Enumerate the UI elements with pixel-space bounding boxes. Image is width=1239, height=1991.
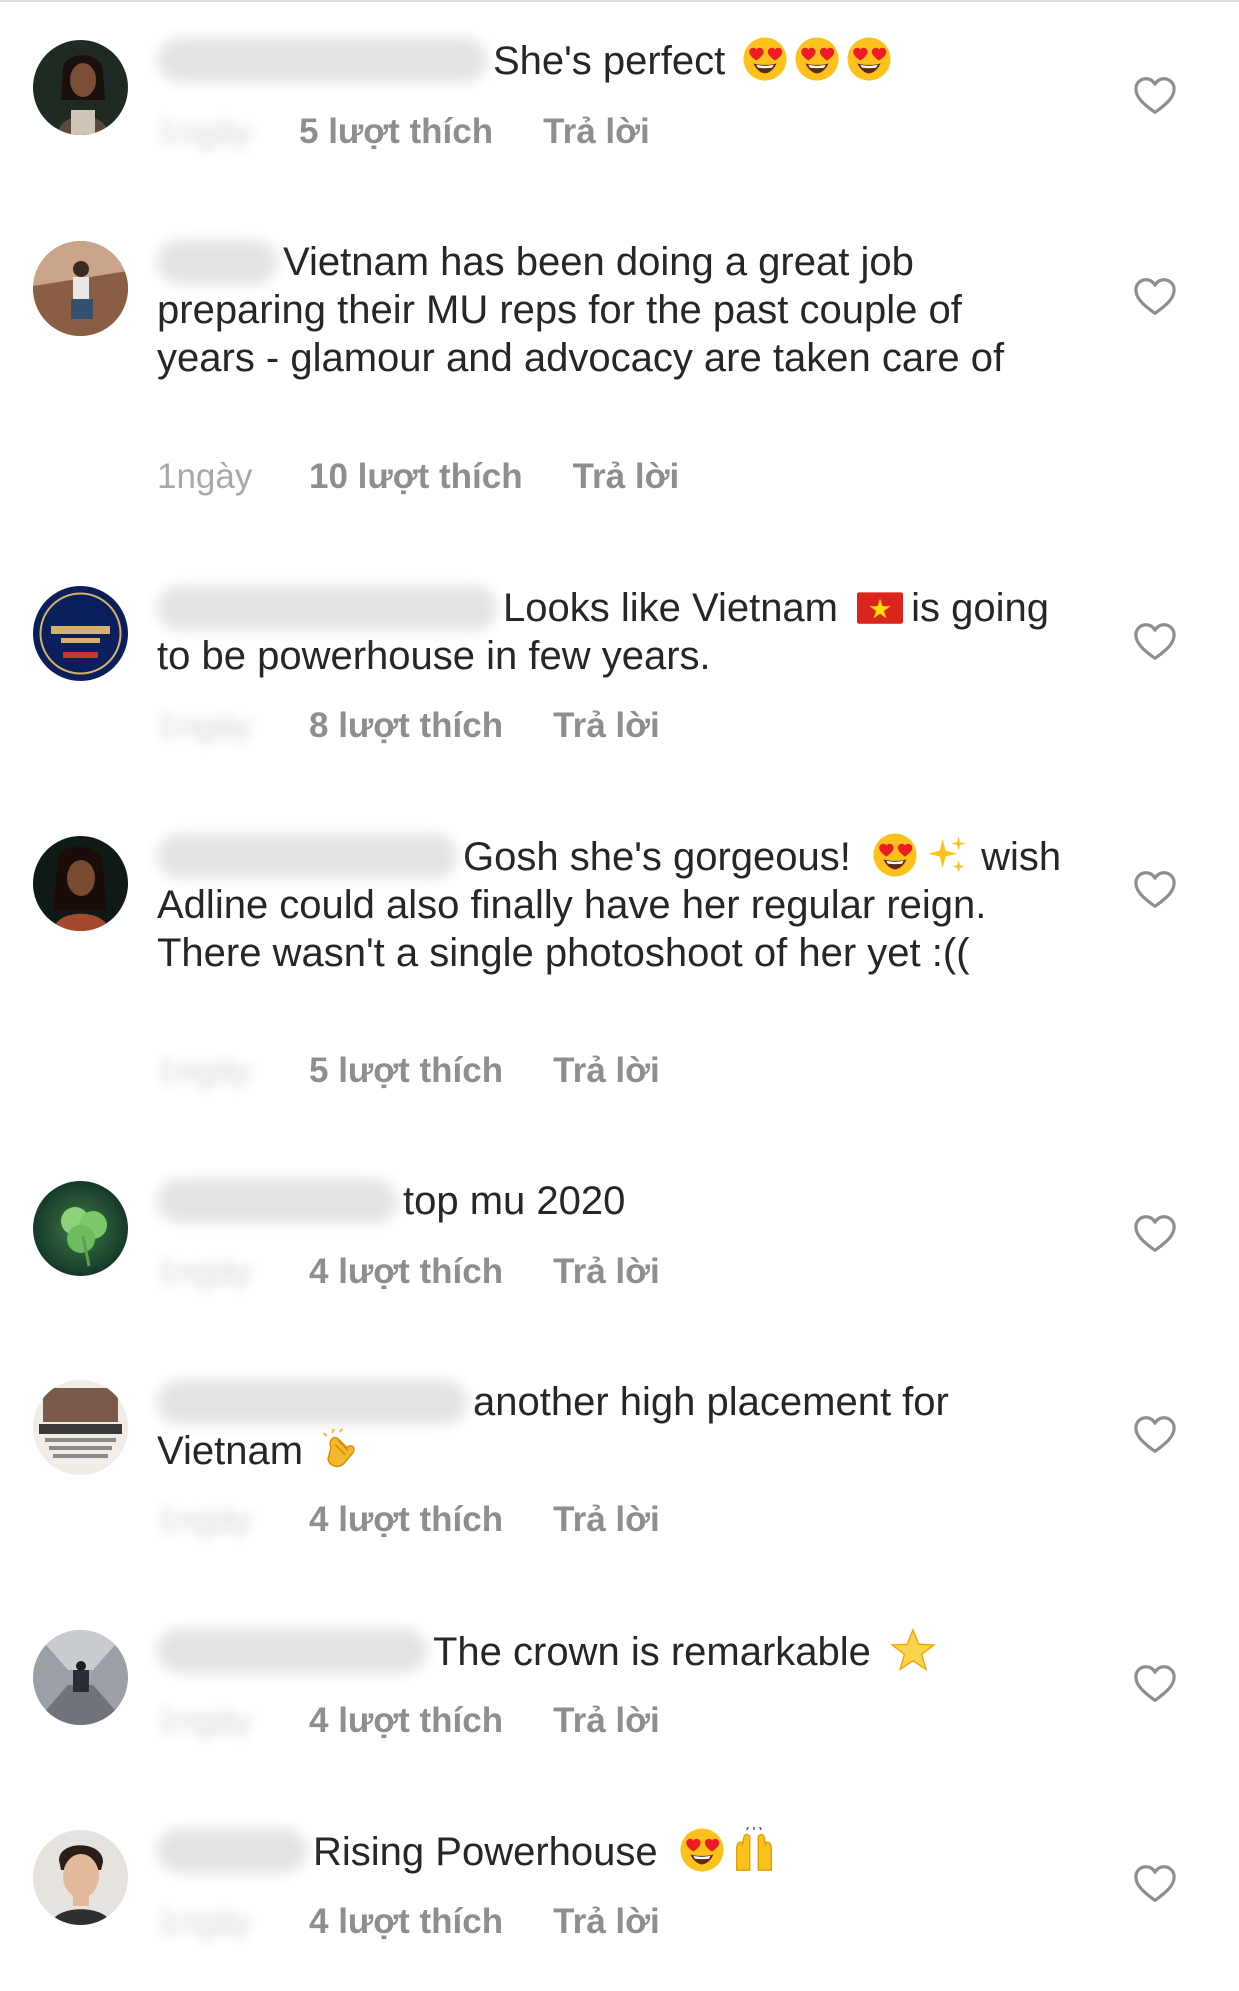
like-count[interactable]: 4 lượt thích xyxy=(309,1500,503,1540)
like-heart-icon[interactable] xyxy=(1133,1415,1177,1455)
timestamp: 1ngày xyxy=(157,1902,253,1941)
like-heart-icon[interactable] xyxy=(1133,1664,1177,1704)
comment-meta: 1ngày 4 lượt thích Trả lời xyxy=(157,1500,660,1540)
sparkles-icon xyxy=(924,832,970,878)
comment-text: Rising Powerhouse xyxy=(157,1827,1062,1876)
username-blurred[interactable] xyxy=(157,834,457,878)
avatar[interactable] xyxy=(33,1181,128,1276)
raising-hands-icon xyxy=(731,1827,777,1873)
avatar[interactable] xyxy=(33,836,128,931)
username-blurred[interactable] xyxy=(157,38,487,82)
reply-button[interactable]: Trả lời xyxy=(553,1252,660,1292)
username-blurred[interactable] xyxy=(157,240,277,284)
comment-body: The crown is remarkable xyxy=(433,1630,871,1674)
like-count[interactable]: 4 lượt thích xyxy=(309,1252,503,1292)
star-icon xyxy=(890,1627,936,1673)
username-blurred[interactable] xyxy=(157,586,497,630)
reply-button[interactable]: Trả lời xyxy=(573,457,680,497)
comment-meta: 1ngày 8 lượt thích Trả lời xyxy=(157,706,660,746)
username-blurred[interactable] xyxy=(157,1629,427,1673)
comment-text: Gosh she's gorgeous! wish Adline could a… xyxy=(157,832,1062,977)
timestamp: 1ngày xyxy=(157,112,253,151)
comment-body: Vietnam has been doing a great job prepa… xyxy=(157,240,1005,380)
timestamp: 1ngày xyxy=(157,1500,253,1539)
heart-eyes-icon xyxy=(794,36,840,82)
timestamp: 1ngày xyxy=(157,1252,253,1291)
avatar[interactable] xyxy=(33,40,128,135)
top-divider xyxy=(0,0,1239,2)
miss-nepal-badge-icon xyxy=(33,586,128,681)
reply-button[interactable]: Trả lời xyxy=(553,706,660,746)
avatar[interactable] xyxy=(33,1630,128,1725)
clapping-hands-icon xyxy=(318,1426,364,1472)
man-sitting-icon xyxy=(33,241,128,336)
like-heart-icon[interactable] xyxy=(1133,1214,1177,1254)
avatar[interactable] xyxy=(33,1830,128,1925)
heart-eyes-icon xyxy=(872,832,918,878)
comment-text: top mu 2020 xyxy=(157,1177,1062,1225)
comment-meta: 1ngày 10 lượt thích Trả lời xyxy=(157,457,679,497)
heart-eyes-icon xyxy=(742,36,788,82)
like-heart-icon[interactable] xyxy=(1133,870,1177,910)
like-count[interactable]: 5 lượt thích xyxy=(299,112,493,152)
barbershop-logo-icon xyxy=(33,1380,128,1475)
like-count[interactable]: 8 lượt thích xyxy=(309,706,503,746)
comment-text: She's perfect xyxy=(157,36,1062,85)
comment-body: Gosh she's gorgeous! xyxy=(463,835,851,879)
comment-text: Vietnam has been doing a great job prepa… xyxy=(157,238,1062,382)
comment-body: Looks like Vietnam xyxy=(503,586,838,630)
like-heart-icon[interactable] xyxy=(1133,1864,1177,1904)
comment-meta: 1ngày 5 lượt thích Trả lời xyxy=(157,1051,660,1091)
reply-button[interactable]: Trả lời xyxy=(543,112,650,152)
like-count[interactable]: 5 lượt thích xyxy=(309,1051,503,1091)
heart-eyes-icon xyxy=(846,36,892,82)
woman-portrait-dark-icon xyxy=(33,836,128,931)
like-heart-icon[interactable] xyxy=(1133,277,1177,317)
comment-body: Rising Powerhouse xyxy=(313,1830,658,1874)
username-blurred[interactable] xyxy=(157,1380,467,1424)
username-blurred[interactable] xyxy=(157,1179,397,1223)
reply-button[interactable]: Trả lời xyxy=(553,1500,660,1540)
reply-button[interactable]: Trả lời xyxy=(553,1701,660,1741)
comment-text: another high placement for Vietnam xyxy=(157,1378,1062,1475)
comment-meta: 1ngày 5 lượt thích Trả lời xyxy=(157,112,650,152)
like-heart-icon[interactable] xyxy=(1133,622,1177,662)
comment-meta: 1ngày 4 lượt thích Trả lời xyxy=(157,1252,660,1292)
comment-meta: 1ngày 4 lượt thích Trả lời xyxy=(157,1902,660,1942)
username-blurred[interactable] xyxy=(157,1829,307,1873)
timestamp: 1ngày xyxy=(157,457,253,496)
like-count[interactable]: 4 lượt thích xyxy=(309,1701,503,1741)
heart-eyes-icon xyxy=(679,1827,725,1873)
tunnel-photo-icon xyxy=(33,1630,128,1725)
comment-text: Looks like Vietnam is going to be powerh… xyxy=(157,584,1062,680)
avatar[interactable] xyxy=(33,586,128,681)
clover-leaf-icon xyxy=(33,1181,128,1276)
woman-portrait-icon xyxy=(33,40,128,135)
man-portrait-icon xyxy=(33,1830,128,1925)
vietnam-flag-icon xyxy=(857,591,903,625)
like-count[interactable]: 10 lượt thích xyxy=(309,457,523,497)
timestamp: 1ngày xyxy=(157,1701,253,1740)
like-heart-icon[interactable] xyxy=(1133,76,1177,116)
avatar[interactable] xyxy=(33,1380,128,1475)
reply-button[interactable]: Trả lời xyxy=(553,1051,660,1091)
comment-text: The crown is remarkable xyxy=(157,1627,1062,1676)
timestamp: 1ngày xyxy=(157,706,253,745)
reply-button[interactable]: Trả lời xyxy=(553,1902,660,1942)
like-count[interactable]: 4 lượt thích xyxy=(309,1902,503,1942)
timestamp: 1ngày xyxy=(157,1051,253,1090)
comment-meta: 1ngày 4 lượt thích Trả lời xyxy=(157,1701,660,1741)
comment-body: She's perfect xyxy=(493,39,726,83)
comment-body: top mu 2020 xyxy=(403,1179,626,1223)
avatar[interactable] xyxy=(33,241,128,336)
